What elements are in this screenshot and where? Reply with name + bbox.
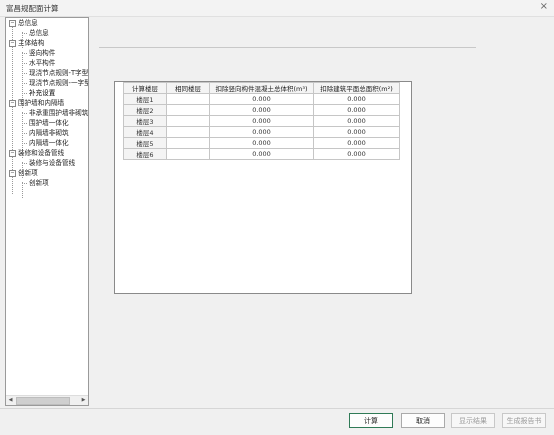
tree-branch <box>22 93 27 94</box>
tree-item-装修与设备管线[interactable]: 装修与设备管线 <box>29 158 75 168</box>
header-concrete-volume: 扣除竖向构件混凝土总体积(m³) <box>209 82 314 94</box>
tree-group-总信息[interactable]: 总信息 <box>18 18 38 28</box>
tree-branch <box>22 163 27 164</box>
collapse-icon[interactable]: − <box>9 170 16 177</box>
tree-horizontal-scrollbar[interactable]: ◀ ▶ <box>6 395 88 405</box>
tree-branch <box>22 33 27 34</box>
header-same-floor: 相同楼层 <box>166 82 210 94</box>
volume-cell[interactable]: 0.000 <box>209 115 314 127</box>
tree-branch <box>22 63 27 64</box>
separator-line <box>99 47 476 48</box>
tree-item-节点T字型[interactable]: 现浇节点规则-T字型 <box>29 68 88 78</box>
tree-branch <box>22 133 27 134</box>
tree-guide-line <box>12 27 13 194</box>
tree-item-竖向构件[interactable]: 竖向构件 <box>29 48 55 58</box>
close-icon[interactable]: × <box>540 1 548 12</box>
cancel-button[interactable]: 取消 <box>401 413 445 428</box>
same-floor-cell[interactable] <box>166 115 210 127</box>
area-cell[interactable]: 0.000 <box>313 104 400 116</box>
table-row: 楼层2 0.000 0.000 <box>123 104 400 116</box>
header-floor-area: 扣除建筑平面总面积(m²) <box>313 82 400 94</box>
area-cell[interactable]: 0.000 <box>313 137 400 149</box>
tree-item-总信息[interactable]: 总信息 <box>29 28 49 38</box>
tree-item-内隔墙一体化[interactable]: 内隔墙一体化 <box>29 138 69 148</box>
scroll-left-icon[interactable]: ◀ <box>6 396 15 405</box>
tree-guide-line <box>22 182 23 198</box>
area-cell[interactable]: 0.000 <box>313 126 400 138</box>
same-floor-cell[interactable] <box>166 148 210 160</box>
area-cell[interactable]: 0.000 <box>313 148 400 160</box>
tree-group-主体结构[interactable]: 主体结构 <box>18 38 44 48</box>
title-bar: 富昌规配面计算 × <box>0 0 554 17</box>
row-floor-label: 楼层1 <box>123 93 167 105</box>
same-floor-cell[interactable] <box>166 104 210 116</box>
collapse-icon[interactable]: − <box>9 40 16 47</box>
tree-branch <box>22 143 27 144</box>
same-floor-cell[interactable] <box>166 137 210 149</box>
tree-item-非承重围护墙[interactable]: 非承重围护墙非砌筑 <box>29 108 88 118</box>
scroll-right-icon[interactable]: ▶ <box>79 396 88 405</box>
collapse-icon[interactable]: − <box>9 100 16 107</box>
tree-item-补充设置[interactable]: 补充设置 <box>29 88 55 98</box>
category-tree: − 总信息 总信息 − 主体结构 竖向构件 水平构件 现浇节点规则-T字型 现浇… <box>5 17 89 406</box>
tree-branch <box>22 53 27 54</box>
volume-cell[interactable]: 0.000 <box>209 137 314 149</box>
row-floor-label: 楼层2 <box>123 104 167 116</box>
row-floor-label: 楼层4 <box>123 126 167 138</box>
same-floor-cell[interactable] <box>166 93 210 105</box>
tree-group-围护墙和内隔墙[interactable]: 围护墙和内隔墙 <box>18 98 64 108</box>
table-row: 楼层4 0.000 0.000 <box>123 126 400 138</box>
calculate-button[interactable]: 计算 <box>349 413 393 428</box>
same-floor-cell[interactable] <box>166 126 210 138</box>
row-floor-label: 楼层5 <box>123 137 167 149</box>
table-row: 楼层3 0.000 0.000 <box>123 115 400 127</box>
tree-item-创新项[interactable]: 创新项 <box>29 178 49 188</box>
generate-report-button[interactable]: 生成报告书 <box>502 413 546 428</box>
collapse-icon[interactable]: − <box>9 150 16 157</box>
area-cell[interactable]: 0.000 <box>313 93 400 105</box>
tree-item-内隔墙非砌筑[interactable]: 内隔墙非砌筑 <box>29 128 69 138</box>
volume-cell[interactable]: 0.000 <box>209 126 314 138</box>
tree-group-装修和设备管线[interactable]: 装修和设备管线 <box>18 148 64 158</box>
collapse-icon[interactable]: − <box>9 20 16 27</box>
header-calc-floor: 计算楼层 <box>123 82 167 94</box>
table-row: 楼层6 0.000 0.000 <box>123 148 400 160</box>
table-row: 楼层1 0.000 0.000 <box>123 93 400 105</box>
row-floor-label: 楼层6 <box>123 148 167 160</box>
tree-group-创新项[interactable]: 创新项 <box>18 168 38 178</box>
tree-item-围护墙一体化[interactable]: 围护墙一体化 <box>29 118 69 128</box>
floor-table-panel: 计算楼层 相同楼层 扣除竖向构件混凝土总体积(m³) 扣除建筑平面总面积(m²)… <box>114 81 412 294</box>
tree-branch <box>22 123 27 124</box>
tree-branch <box>22 183 27 184</box>
area-cell[interactable]: 0.000 <box>313 115 400 127</box>
tree-item-节点一字型[interactable]: 现浇节点规则-一字型 <box>29 78 88 88</box>
volume-cell[interactable]: 0.000 <box>209 148 314 160</box>
tree-branch <box>22 113 27 114</box>
floor-table: 计算楼层 相同楼层 扣除竖向构件混凝土总体积(m³) 扣除建筑平面总面积(m²)… <box>123 82 400 160</box>
scrollbar-thumb[interactable] <box>16 397 70 405</box>
table-row: 楼层5 0.000 0.000 <box>123 137 400 149</box>
row-floor-label: 楼层3 <box>123 115 167 127</box>
button-bar: 计算 取消 显示结果 生成报告书 <box>0 408 554 435</box>
table-header-row: 计算楼层 相同楼层 扣除竖向构件混凝土总体积(m³) 扣除建筑平面总面积(m²) <box>123 82 400 94</box>
show-result-button[interactable]: 显示结果 <box>451 413 495 428</box>
volume-cell[interactable]: 0.000 <box>209 93 314 105</box>
volume-cell[interactable]: 0.000 <box>209 104 314 116</box>
window-title: 富昌规配面计算 <box>6 4 59 13</box>
tree-item-水平构件[interactable]: 水平构件 <box>29 58 55 68</box>
tree-branch <box>22 73 27 74</box>
tree-branch <box>22 83 27 84</box>
